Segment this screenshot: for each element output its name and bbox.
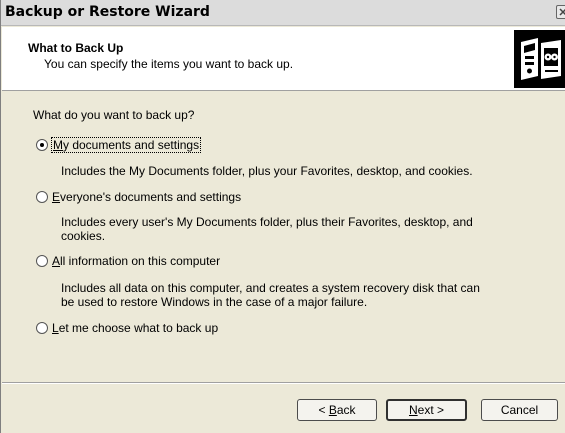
radio-let-me-choose[interactable] [36, 322, 48, 334]
page-subtitle: You can specify the items you want to ba… [44, 57, 294, 71]
next-button[interactable]: Next > [386, 399, 467, 421]
backup-tape-icon [514, 30, 565, 88]
option-my-documents-description: Includes the My Documents folder, plus y… [61, 164, 473, 178]
option-let-me-choose[interactable]: Let me choose what to back up [36, 321, 218, 335]
radio-my-documents[interactable] [36, 139, 48, 151]
question-label: What do you want to back up? [33, 108, 195, 122]
option-all-information[interactable]: All information on this computer [36, 254, 220, 268]
option-all-information-label[interactable]: All information on this computer [52, 254, 220, 268]
option-everyones-documents-label[interactable]: Everyone's documents and settings [52, 190, 241, 204]
option-everyones-documents[interactable]: Everyone's documents and settings [36, 190, 241, 204]
option-everyones-documents-description: Includes every user's My Documents folde… [61, 215, 473, 243]
page-title: What to Back Up [28, 41, 124, 55]
option-my-documents-label[interactable]: My documents and settings [50, 137, 202, 153]
wizard-header: What to Back Up You can specify the item… [2, 27, 565, 91]
option-all-information-description: Includes all data on this computer, and … [61, 281, 480, 309]
radio-all-information[interactable] [36, 255, 48, 267]
option-my-documents[interactable]: My documents and settings [36, 137, 202, 153]
wizard-body: What do you want to back up? My document… [2, 92, 565, 382]
window-title: Backup or Restore Wizard [5, 4, 210, 20]
wizard-window: Backup or Restore Wizard What to Back Up… [0, 0, 565, 433]
option-let-me-choose-label[interactable]: Let me choose what to back up [52, 321, 218, 335]
back-button[interactable]: < Back [297, 399, 377, 421]
title-bar[interactable]: Backup or Restore Wizard [1, 0, 565, 26]
cancel-button[interactable]: Cancel [481, 399, 558, 421]
footer-divider [2, 382, 565, 384]
close-icon [559, 8, 565, 16]
close-button[interactable] [556, 5, 565, 19]
radio-everyones-documents[interactable] [36, 191, 48, 203]
